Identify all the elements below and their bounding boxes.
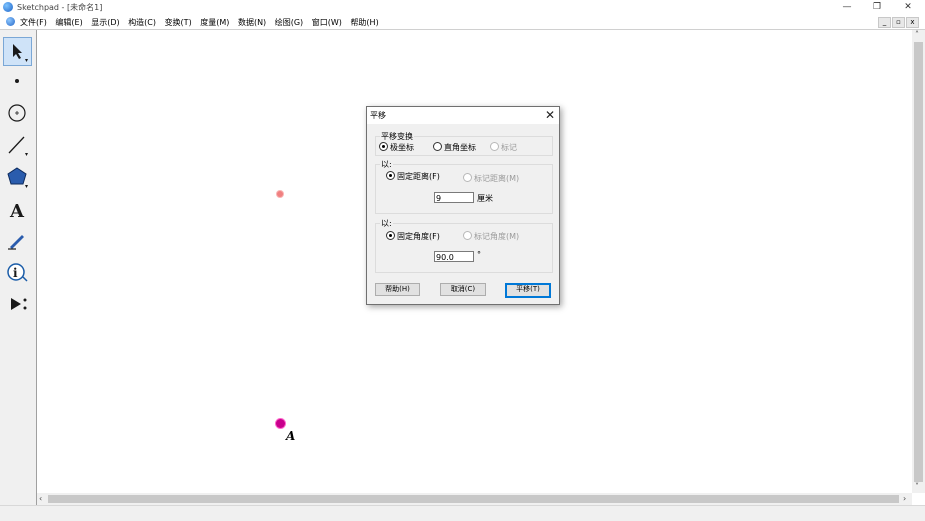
menu-transform[interactable]: 变换(T) (165, 17, 192, 28)
menu-display[interactable]: 显示(D) (91, 17, 119, 28)
horizontal-scrollbar[interactable]: ‹ › (37, 493, 912, 505)
dialog-close-button[interactable]: ✕ (545, 108, 555, 122)
distance-group: 以: 固定距离(F) 标记距离(M) 9 厘米 (375, 159, 553, 214)
cancel-button[interactable]: 取消(C) (440, 283, 486, 296)
dialog-title: 平移 (370, 111, 386, 120)
radio-icon (463, 231, 472, 240)
text-tool[interactable]: A (4, 196, 31, 223)
menu-bar: 文件(F) 编辑(E) 显示(D) 构造(C) 变换(T) 度量(M) 数据(N… (0, 15, 925, 30)
translation-type-group: 平移变换 极坐标 直角坐标 标记 (375, 131, 553, 156)
point-icon (15, 79, 19, 83)
radio-selected-icon (386, 231, 395, 240)
fixed-angle-label: 固定角度(F) (397, 232, 440, 241)
menu-file[interactable]: 文件(F) (20, 17, 47, 28)
straightedge-icon (8, 136, 28, 156)
marker-icon (8, 235, 24, 250)
radio-selected-icon (386, 171, 395, 180)
information-icon: i (7, 263, 28, 282)
marked-label: 标记 (501, 143, 517, 152)
marker-tool[interactable] (4, 227, 31, 254)
angle-unit: ° (477, 250, 481, 259)
help-button[interactable]: 帮助(H) (375, 283, 420, 296)
marked-distance-label: 标记距离(M) (474, 174, 520, 183)
polygon-icon (7, 167, 28, 188)
distance-input[interactable]: 9 (434, 192, 474, 203)
arrow-tool[interactable] (3, 37, 32, 66)
custom-tool-icon (11, 298, 27, 310)
polar-radio[interactable]: 极坐标 (379, 142, 414, 153)
compass-tool[interactable] (4, 100, 31, 127)
scroll-right-arrow[interactable]: › (903, 494, 906, 503)
marked-radio: 标记 (490, 142, 517, 153)
toolbox: A i (0, 30, 37, 505)
scroll-down-arrow[interactable]: ˅ (915, 482, 919, 491)
menu-data[interactable]: 数据(N) (238, 17, 266, 28)
svg-text:i: i (13, 266, 18, 280)
angle-group-label: 以: (380, 218, 393, 229)
marked-distance-radio: 标记距离(M) (463, 173, 519, 184)
radio-icon (463, 173, 472, 182)
rectangular-radio[interactable]: 直角坐标 (433, 142, 476, 153)
restore-button[interactable]: ❐ (862, 0, 892, 14)
dialog-title-bar: 平移 ✕ (367, 107, 559, 124)
document-window-controls: _ ▫ x (877, 17, 919, 28)
angle-input[interactable]: 90.0 (434, 251, 474, 262)
status-bar (0, 505, 925, 521)
menu-measure[interactable]: 度量(M) (200, 17, 229, 28)
title-bar: Sketchpad - [未命名1] — ❐ ✕ (0, 0, 925, 15)
straightedge-tool[interactable] (4, 132, 31, 159)
arrow-select-icon (13, 44, 28, 62)
radio-selected-icon (379, 142, 388, 151)
document-icon[interactable] (6, 17, 15, 26)
document-close-button[interactable]: x (906, 17, 919, 28)
custom-tool[interactable] (4, 291, 31, 318)
menu-construct[interactable]: 构造(C) (128, 17, 156, 28)
information-tool[interactable]: i (4, 259, 31, 286)
radio-icon (433, 142, 442, 151)
document-minimize-button[interactable]: _ (878, 17, 891, 28)
angle-group: 以: 固定角度(F) 标记角度(M) 90.0 ° (375, 218, 553, 273)
menu-help[interactable]: 帮助(H) (350, 17, 378, 28)
translated-point-preview[interactable] (277, 191, 283, 197)
polygon-tool[interactable] (4, 164, 31, 191)
menu-graph[interactable]: 绘图(G) (275, 17, 303, 28)
point-a[interactable] (276, 419, 285, 428)
marked-angle-radio: 标记角度(M) (463, 231, 519, 242)
menu-edit[interactable]: 编辑(E) (55, 17, 82, 28)
menu-window[interactable]: 窗口(W) (312, 17, 342, 28)
text-icon: A (9, 201, 25, 222)
fixed-distance-label: 固定距离(F) (397, 172, 440, 181)
horizontal-scroll-thumb[interactable] (48, 495, 899, 503)
svg-text:A: A (9, 201, 25, 222)
minimize-button[interactable]: — (832, 0, 862, 14)
translate-button[interactable]: 平移(T) (505, 283, 551, 298)
menu-items: 文件(F) 编辑(E) 显示(D) 构造(C) 变换(T) 度量(M) 数据(N… (20, 17, 385, 28)
close-button[interactable]: ✕ (893, 0, 923, 14)
point-tool[interactable] (4, 68, 31, 95)
window-title: Sketchpad - [未命名1] (17, 3, 103, 12)
radio-icon (490, 142, 499, 151)
fixed-distance-radio[interactable]: 固定距离(F) (386, 171, 440, 182)
marked-angle-label: 标记角度(M) (474, 232, 520, 241)
point-a-label[interactable]: A (286, 429, 295, 443)
distance-unit: 厘米 (477, 194, 493, 203)
rectangular-label: 直角坐标 (444, 143, 476, 152)
compass-icon (8, 104, 26, 122)
scroll-left-arrow[interactable]: ‹ (39, 494, 42, 503)
sketchpad-app-icon (3, 2, 13, 12)
distance-group-label: 以: (380, 159, 393, 170)
vertical-scroll-thumb[interactable] (914, 42, 923, 482)
document-restore-button[interactable]: ▫ (892, 17, 905, 28)
vertical-scrollbar[interactable]: ˄ ˅ (912, 30, 925, 493)
translate-dialog: 平移 ✕ 平移变换 极坐标 直角坐标 标记 以: 固定距离(F) 标记距离(M)… (366, 106, 560, 305)
fixed-angle-radio[interactable]: 固定角度(F) (386, 231, 440, 242)
translation-type-label: 平移变换 (380, 131, 414, 142)
polar-label: 极坐标 (390, 143, 414, 152)
scroll-up-arrow[interactable]: ˄ (915, 30, 919, 39)
